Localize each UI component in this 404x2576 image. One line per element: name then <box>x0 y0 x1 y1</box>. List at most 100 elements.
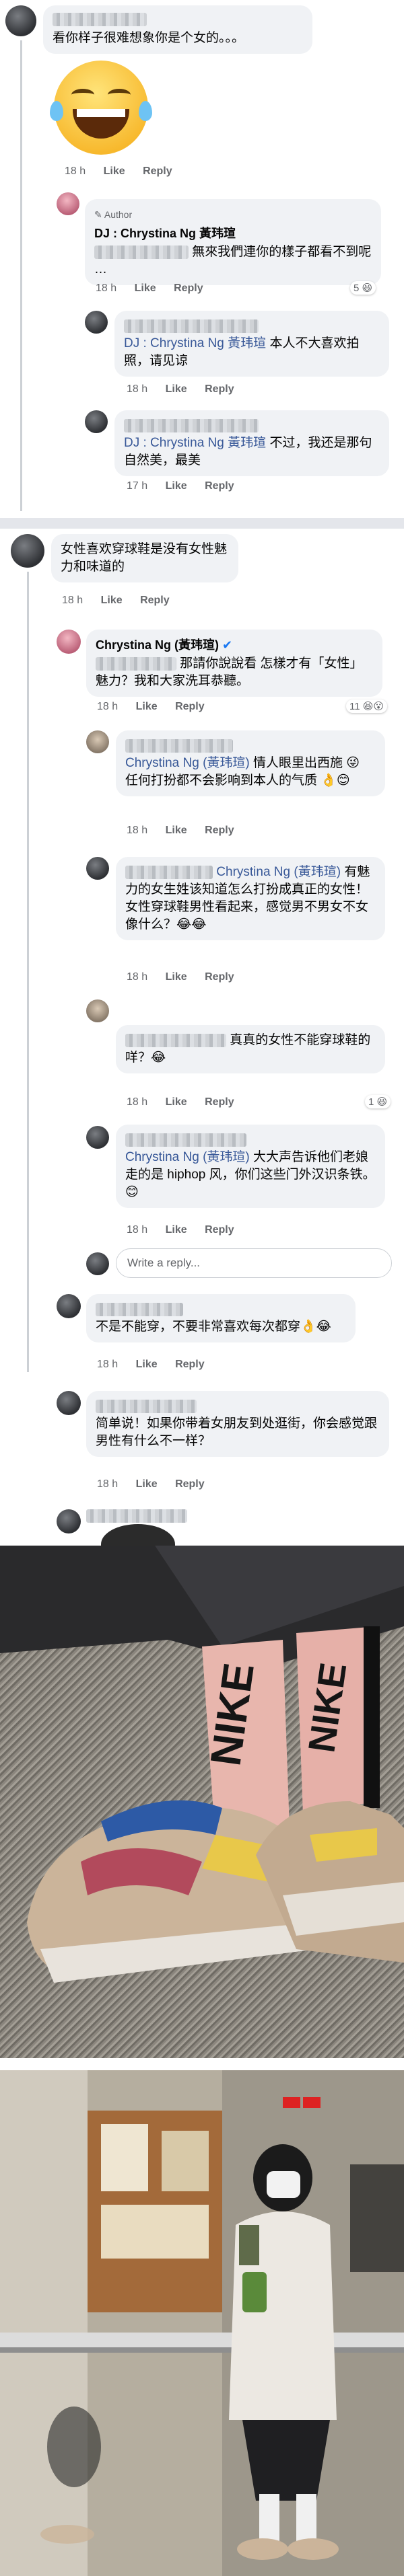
comment-meta: 18 h Like Reply <box>65 165 187 178</box>
like-button[interactable]: Like <box>135 282 156 294</box>
like-button[interactable]: Like <box>101 595 123 606</box>
timestamp: 18 h <box>127 383 148 395</box>
avatar[interactable] <box>57 630 81 654</box>
like-button[interactable]: Like <box>166 383 187 395</box>
reply-button[interactable]: Reply <box>175 1478 205 1490</box>
section-divider <box>0 518 404 529</box>
comment-text: 看你样子很难想象你是个女的。。。 <box>53 31 245 45</box>
like-button[interactable]: Like <box>166 1096 187 1108</box>
like-button[interactable]: Like <box>104 165 125 177</box>
comment-bubble: 不是不能穿，不要非常喜欢每次都穿👌😂 <box>86 1294 356 1342</box>
avatar[interactable] <box>57 1391 81 1415</box>
author-badge: ✎ Author <box>94 209 133 220</box>
like-button[interactable]: Like <box>136 1359 158 1370</box>
reply-button[interactable]: Reply <box>174 282 203 294</box>
blurred-name <box>96 1302 183 1316</box>
sticker-image <box>101 1524 175 1546</box>
reply-meta: 18 h Like Reply <box>97 701 220 713</box>
reply-bubble: DJ : Chrystina Ng 黃玮瑄 不过，我还是那句自然美，最美 <box>114 410 389 476</box>
reply-meta: 17 h Like Reply <box>127 480 249 492</box>
elevator-illustration <box>0 2070 404 2576</box>
comment-bubble: 女性喜欢穿球鞋是没有女性魅力和味道的 <box>51 534 238 582</box>
like-button[interactable]: Like <box>166 825 187 836</box>
timestamp: 17 h <box>127 480 148 492</box>
reply-button[interactable]: Reply <box>205 1096 234 1108</box>
avatar[interactable] <box>11 534 44 568</box>
like-button[interactable]: Like <box>166 480 187 492</box>
comment-bubble: 看你样子很难想象你是个女的。。。 <box>43 5 312 54</box>
sneaker-photo[interactable]: NIKE NIKE <box>0 1546 404 2058</box>
reply-button[interactable]: Reply <box>205 825 234 836</box>
reply-bubble: Chrystina Ng (黃玮瑄) 大大声告诉他们老娘走的是 hiphop 风… <box>116 1125 385 1208</box>
mention-link[interactable]: DJ : Chrystina Ng 黃玮瑄 <box>124 436 266 450</box>
reply-button[interactable]: Reply <box>205 383 234 395</box>
avatar[interactable] <box>5 5 36 36</box>
comment-text: 女性喜欢穿球鞋是没有女性魅力和味道的 <box>61 542 228 574</box>
page: 看你样子很难想象你是个女的。。。 18 h Like Reply ✎ Autho… <box>0 0 404 2576</box>
blurred-name <box>125 1133 246 1147</box>
comment-text: 简单说！如果你带着女朋友到处逛街，你会感觉跟男性有什么不一样？ <box>96 1416 378 1448</box>
reply-meta: 18 h Like Reply <box>127 1224 249 1236</box>
comment-section-2: 女性喜欢穿球鞋是没有女性魅力和味道的 18 h Like Reply Chrys… <box>0 529 404 1546</box>
timestamp: 18 h <box>96 282 117 294</box>
avatar[interactable] <box>57 1509 81 1533</box>
like-button[interactable]: Like <box>166 1224 187 1236</box>
like-button[interactable]: Like <box>136 1478 158 1490</box>
reply-button[interactable]: Reply <box>143 165 172 177</box>
avatar[interactable] <box>57 192 79 215</box>
avatar[interactable] <box>85 410 108 433</box>
elevator-selfie-photo[interactable] <box>0 2070 404 2576</box>
avatar[interactable] <box>86 730 109 753</box>
reply-button[interactable]: Reply <box>175 1359 205 1370</box>
comment-text: 不是不能穿，不要非常喜欢每次都穿👌😂 <box>96 1320 331 1334</box>
like-button[interactable]: Like <box>136 701 158 712</box>
blurred-name <box>124 319 259 333</box>
laugh-reaction-icon[interactable]: 5 😆 <box>350 281 376 295</box>
reply-button[interactable]: Reply <box>205 971 234 983</box>
commenter-name[interactable]: Chrystina Ng (黃玮瑄) ✔ <box>96 636 373 654</box>
reply-meta: 18 h Like Reply <box>127 1096 249 1108</box>
comment-bubble: 简单说！如果你带着女朋友到处逛街，你会感觉跟男性有什么不一样？ <box>86 1391 389 1457</box>
comment-meta: 18 h Like Reply <box>62 595 184 607</box>
blurred-name <box>86 1509 187 1523</box>
mention-link[interactable]: DJ : Chrystina Ng 黃玮瑄 <box>124 336 266 350</box>
thread-line <box>20 40 22 511</box>
timestamp: 18 h <box>62 595 83 606</box>
avatar <box>86 1252 109 1275</box>
reply-bubble: DJ : Chrystina Ng 黃玮瑄 本人不大喜欢拍照，请见谅 <box>114 311 389 377</box>
reply-bubble: Chrystina Ng (黃玮瑄) ✔ 那請你說說看 怎樣才有「女性」魅力？我… <box>86 630 382 697</box>
reply-button[interactable]: Reply <box>175 701 205 712</box>
commenter-name[interactable]: DJ : Chrystina Ng 黃玮瑄 <box>94 225 372 242</box>
verified-icon: ✔ <box>222 638 233 652</box>
reply-button[interactable]: Reply <box>205 1224 234 1236</box>
mention-link[interactable]: Chrystina Ng (黃玮瑄) <box>216 865 341 879</box>
like-button[interactable]: Like <box>166 971 187 983</box>
comment-section-1: 看你样子很难想象你是个女的。。。 18 h Like Reply ✎ Autho… <box>0 0 404 518</box>
avatar[interactable] <box>86 1126 109 1149</box>
reply-bubble: Chrystina Ng (黃玮瑄) 有魅力的女生姓该知道怎么打扮成真正的女性！… <box>116 857 385 940</box>
avatar[interactable] <box>86 857 109 880</box>
comment-meta: 18 h Like Reply <box>97 1359 220 1371</box>
avatar[interactable] <box>57 1294 81 1318</box>
avatar[interactable] <box>86 999 109 1022</box>
laugh-reaction-icon[interactable]: 1 😆 <box>365 1095 391 1108</box>
reply-meta: 18 h Like Reply <box>127 383 249 395</box>
reply-button[interactable]: Reply <box>205 480 234 492</box>
mention-link[interactable]: Chrystina Ng (黃玮瑄) <box>125 756 250 770</box>
reply-meta: 18 h Like Reply <box>127 825 249 837</box>
timestamp: 18 h <box>97 1478 119 1490</box>
blurred-name <box>96 1399 197 1413</box>
timestamp: 18 h <box>97 701 119 712</box>
laugh-reaction-icon[interactable]: 11 😆😮 <box>346 699 388 713</box>
blurred-mention <box>96 656 176 671</box>
avatar[interactable] <box>85 311 108 334</box>
blurred-name <box>53 12 147 26</box>
laughing-tears-emoji-icon <box>50 61 152 155</box>
timestamp: 18 h <box>127 1096 148 1108</box>
blurred-name <box>125 1033 226 1047</box>
write-reply-input[interactable]: Write a reply... <box>116 1248 392 1278</box>
reply-button[interactable]: Reply <box>140 595 170 606</box>
mention-link[interactable]: Chrystina Ng (黃玮瑄) <box>125 1150 250 1164</box>
comment-meta: 18 h Like Reply <box>97 1478 220 1490</box>
timestamp: 18 h <box>127 971 148 983</box>
